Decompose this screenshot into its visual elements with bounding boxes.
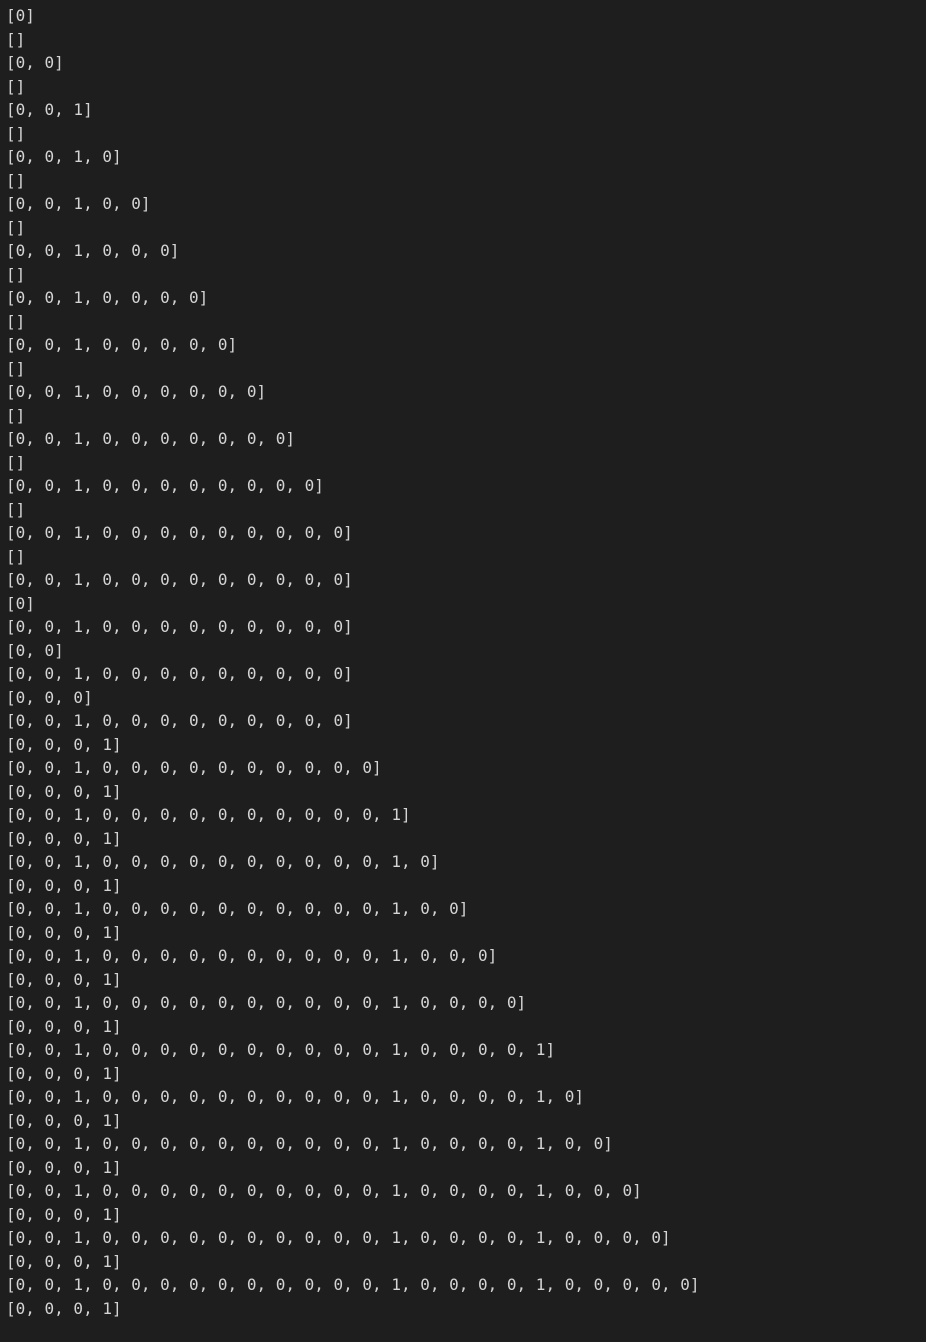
output-line: [0] xyxy=(6,594,35,613)
output-line: [0, 0, 1, 0, 0, 0, 0, 0] xyxy=(6,335,237,354)
output-line: [0, 0, 1, 0, 0, 0, 0, 0, 0, 0, 0] xyxy=(6,476,324,495)
output-line: [0, 0, 0, 1] xyxy=(6,970,122,989)
output-line: [] xyxy=(6,30,25,49)
output-line: [0, 0, 1, 0, 0, 0, 0, 0, 0, 0, 0, 0, 0, … xyxy=(6,899,468,918)
output-line: [] xyxy=(6,547,25,566)
output-line: [0, 0, 1, 0, 0, 0, 0, 0, 0, 0, 0, 0, 0, … xyxy=(6,1181,642,1200)
output-line: [0, 0, 1, 0, 0, 0, 0, 0, 0, 0] xyxy=(6,429,295,448)
output-line: [0, 0, 1, 0, 0, 0, 0, 0, 0, 0, 0, 0, 0, … xyxy=(6,993,526,1012)
output-line: [0, 0, 1, 0, 0, 0, 0, 0, 0, 0, 0, 0] xyxy=(6,617,353,636)
output-line: [0, 0, 1, 0, 0, 0, 0, 0, 0, 0, 0, 0] xyxy=(6,570,353,589)
output-line: [] xyxy=(6,312,25,331)
output-line: [0, 0, 0, 1] xyxy=(6,1205,122,1224)
output-line: [0, 0, 0, 1] xyxy=(6,1299,122,1318)
output-line: [0, 0, 1, 0, 0, 0, 0, 0, 0, 0, 0, 0, 0, … xyxy=(6,946,497,965)
output-line: [] xyxy=(6,77,25,96)
output-line: [] xyxy=(6,124,25,143)
output-line: [0, 0, 1, 0, 0, 0] xyxy=(6,241,179,260)
output-line: [] xyxy=(6,265,25,284)
output-line: [] xyxy=(6,500,25,519)
terminal-output: [0] [] [0, 0] [] [0, 0, 1] [] [0, 0, 1, … xyxy=(0,0,926,1324)
output-line: [0, 0, 1, 0, 0, 0, 0, 0, 0, 0, 0, 0, 0, … xyxy=(6,805,411,824)
output-line: [0, 0, 1, 0, 0, 0, 0, 0, 0, 0, 0, 0] xyxy=(6,711,353,730)
output-line: [0, 0, 0, 1] xyxy=(6,829,122,848)
output-line: [0, 0, 1, 0, 0, 0, 0, 0, 0, 0, 0, 0, 0, … xyxy=(6,1087,584,1106)
output-line: [0, 0, 1, 0, 0, 0, 0, 0, 0, 0, 0, 0, 0, … xyxy=(6,1040,555,1059)
output-line: [] xyxy=(6,453,25,472)
output-line: [0, 0, 1] xyxy=(6,100,93,119)
output-line: [0, 0, 1, 0, 0, 0, 0, 0, 0, 0, 0, 0, 0, … xyxy=(6,852,439,871)
output-line: [] xyxy=(6,218,25,237)
output-line: [] xyxy=(6,359,25,378)
output-line: [0, 0, 1, 0, 0, 0, 0, 0, 0, 0, 0, 0, 0, … xyxy=(6,1275,700,1294)
output-line: [0, 0, 0] xyxy=(6,688,93,707)
output-line: [0, 0, 0, 1] xyxy=(6,876,122,895)
output-line: [0, 0, 0, 1] xyxy=(6,1017,122,1036)
output-line: [0] xyxy=(6,6,35,25)
output-line: [0, 0, 0, 1] xyxy=(6,1064,122,1083)
output-line: [0, 0, 0, 1] xyxy=(6,1252,122,1271)
output-line: [0, 0, 1, 0, 0, 0, 0, 0, 0, 0, 0, 0, 0, … xyxy=(6,1134,613,1153)
output-line: [0, 0, 0, 1] xyxy=(6,735,122,754)
output-line: [0, 0, 0, 1] xyxy=(6,923,122,942)
output-line: [0, 0, 1, 0, 0, 0, 0, 0, 0] xyxy=(6,382,266,401)
output-line: [0, 0, 1, 0, 0, 0, 0, 0, 0, 0, 0, 0, 0, … xyxy=(6,1228,671,1247)
output-line: [0, 0] xyxy=(6,641,64,660)
output-line: [] xyxy=(6,406,25,425)
output-line: [0, 0, 1, 0, 0, 0, 0, 0, 0, 0, 0, 0] xyxy=(6,664,353,683)
output-line: [0, 0, 1, 0, 0, 0, 0, 0, 0, 0, 0, 0] xyxy=(6,523,353,542)
output-line: [0, 0, 0, 1] xyxy=(6,1111,122,1130)
output-line: [0, 0, 1, 0, 0] xyxy=(6,194,151,213)
output-line: [0, 0, 0, 1] xyxy=(6,782,122,801)
output-line: [0, 0, 1, 0, 0, 0, 0] xyxy=(6,288,208,307)
output-line: [0, 0, 0, 1] xyxy=(6,1158,122,1177)
output-line: [0, 0, 1, 0, 0, 0, 0, 0, 0, 0, 0, 0, 0] xyxy=(6,758,382,777)
output-line: [0, 0, 1, 0] xyxy=(6,147,122,166)
output-line: [0, 0] xyxy=(6,53,64,72)
output-line: [] xyxy=(6,171,25,190)
